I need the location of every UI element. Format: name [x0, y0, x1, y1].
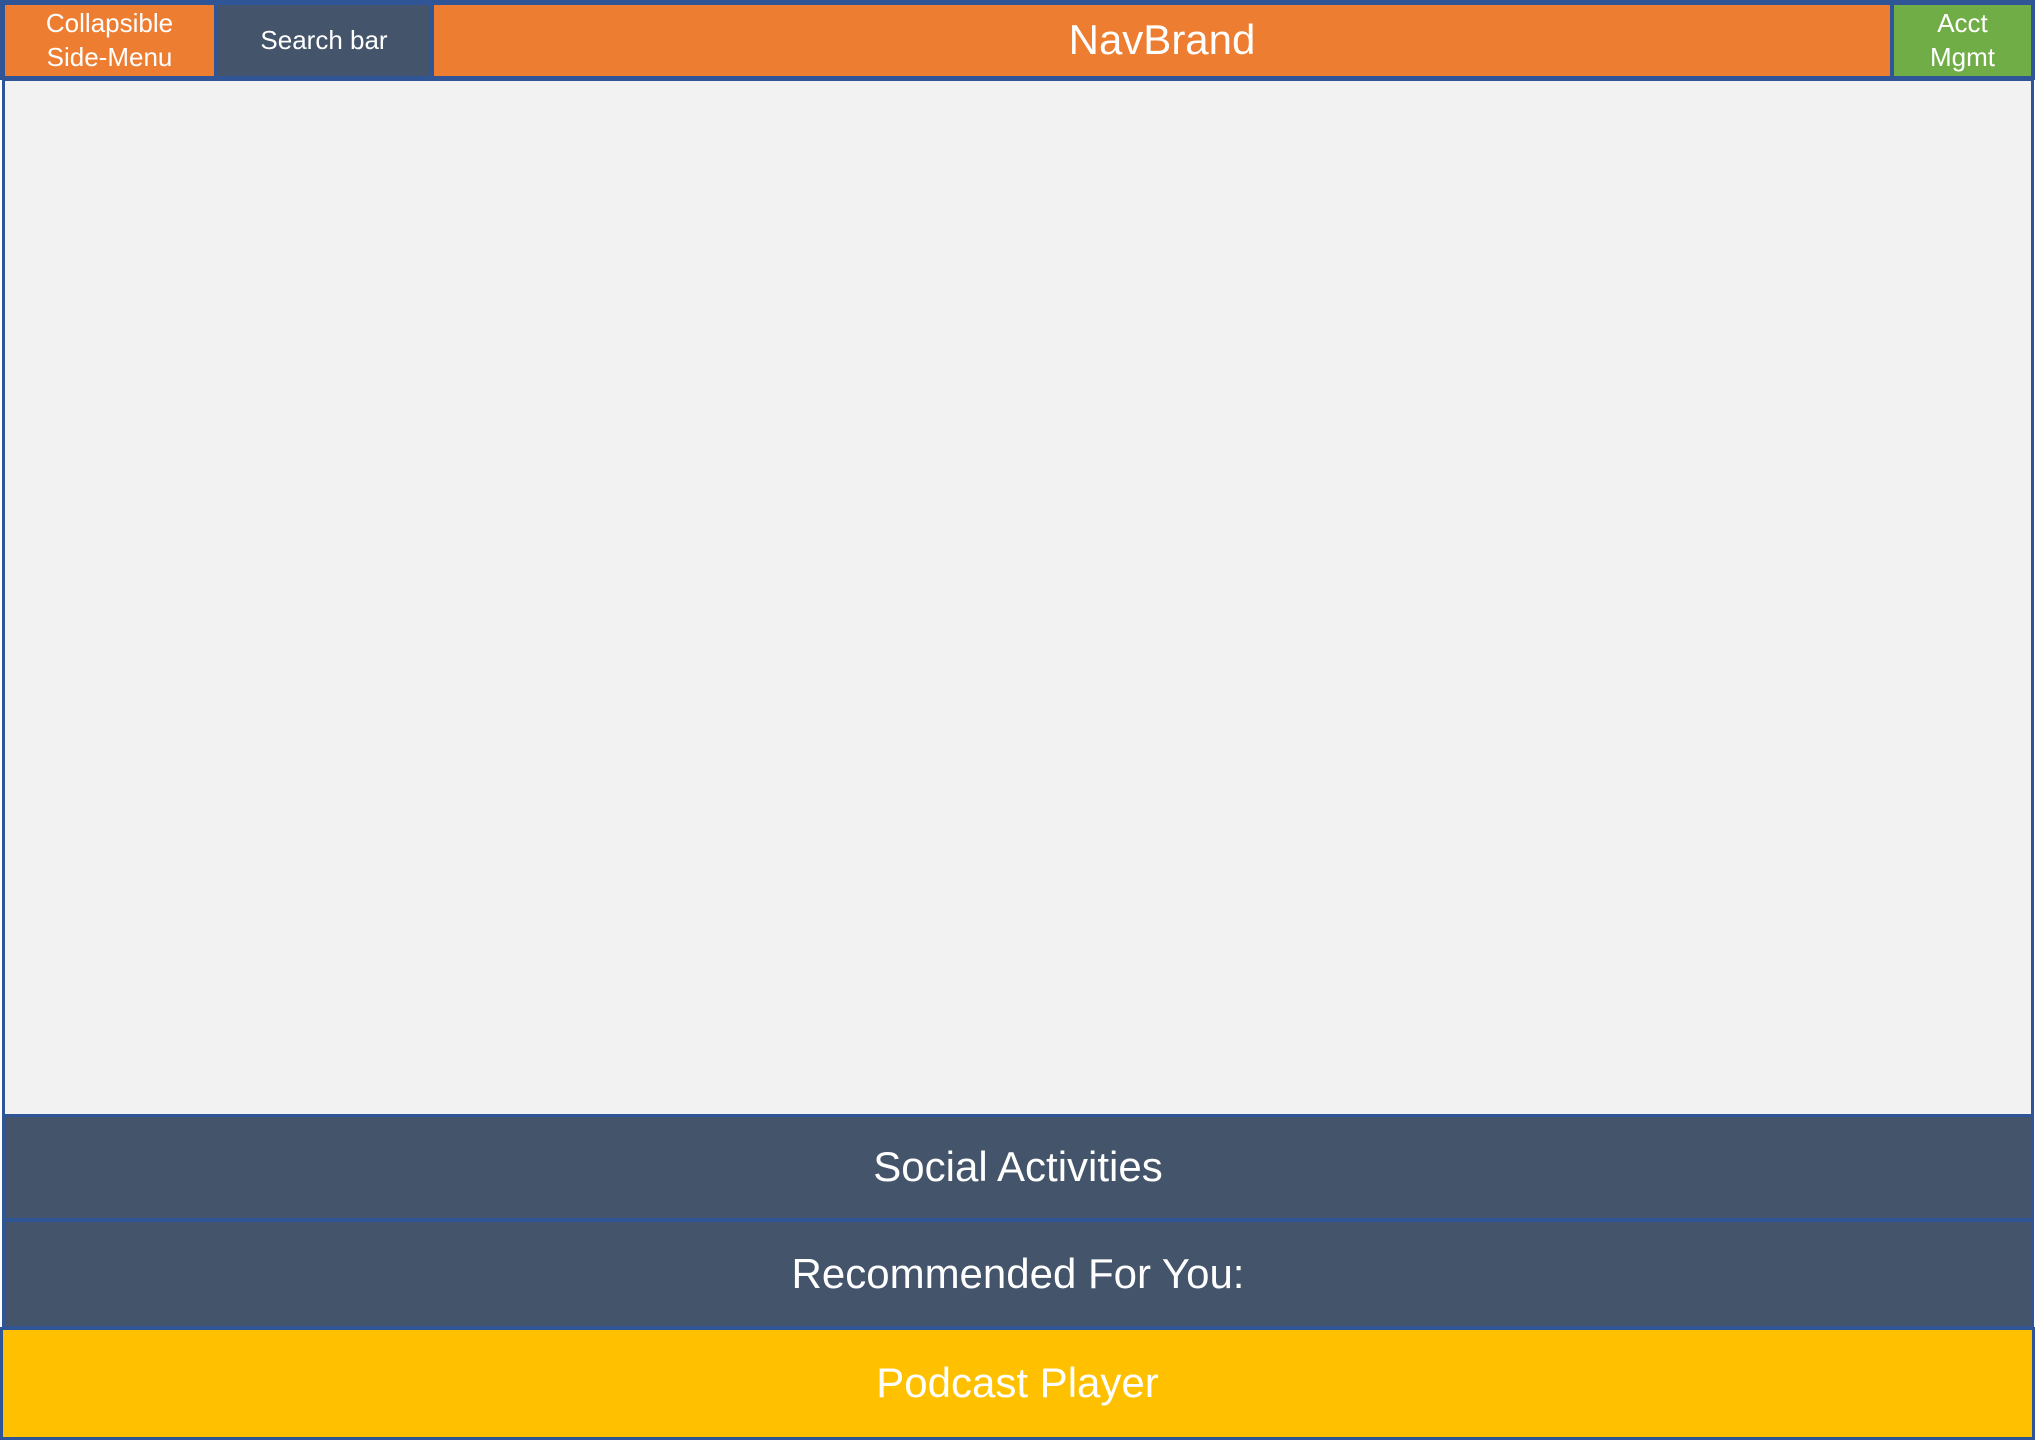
account-management-button[interactable]: Acct Mgmt — [1891, 2, 2034, 79]
account-management-label: Acct Mgmt — [1930, 7, 1995, 72]
recommended-label: Recommended For You: — [791, 1249, 1245, 1297]
nav-brand-label: NavBrand — [1068, 16, 1256, 64]
social-activities-section[interactable]: Social Activities — [2, 1114, 2034, 1221]
wireframe-layout: Collapsible Side-Menu Search bar NavBran… — [0, 0, 2035, 1440]
social-activities-label: Social Activities — [873, 1143, 1163, 1191]
main-content-area — [2, 78, 2034, 1117]
recommended-section[interactable]: Recommended For You: — [2, 1219, 2034, 1329]
collapsible-side-menu-button[interactable]: Collapsible Side-Menu — [2, 2, 217, 79]
podcast-player[interactable]: Podcast Player — [0, 1327, 2035, 1440]
search-bar-label: Search bar — [260, 24, 388, 55]
podcast-player-label: Podcast Player — [876, 1359, 1159, 1407]
side-menu-label: Collapsible Side-Menu — [45, 7, 174, 72]
search-bar[interactable]: Search bar — [215, 2, 433, 79]
nav-brand[interactable]: NavBrand — [431, 2, 1893, 79]
